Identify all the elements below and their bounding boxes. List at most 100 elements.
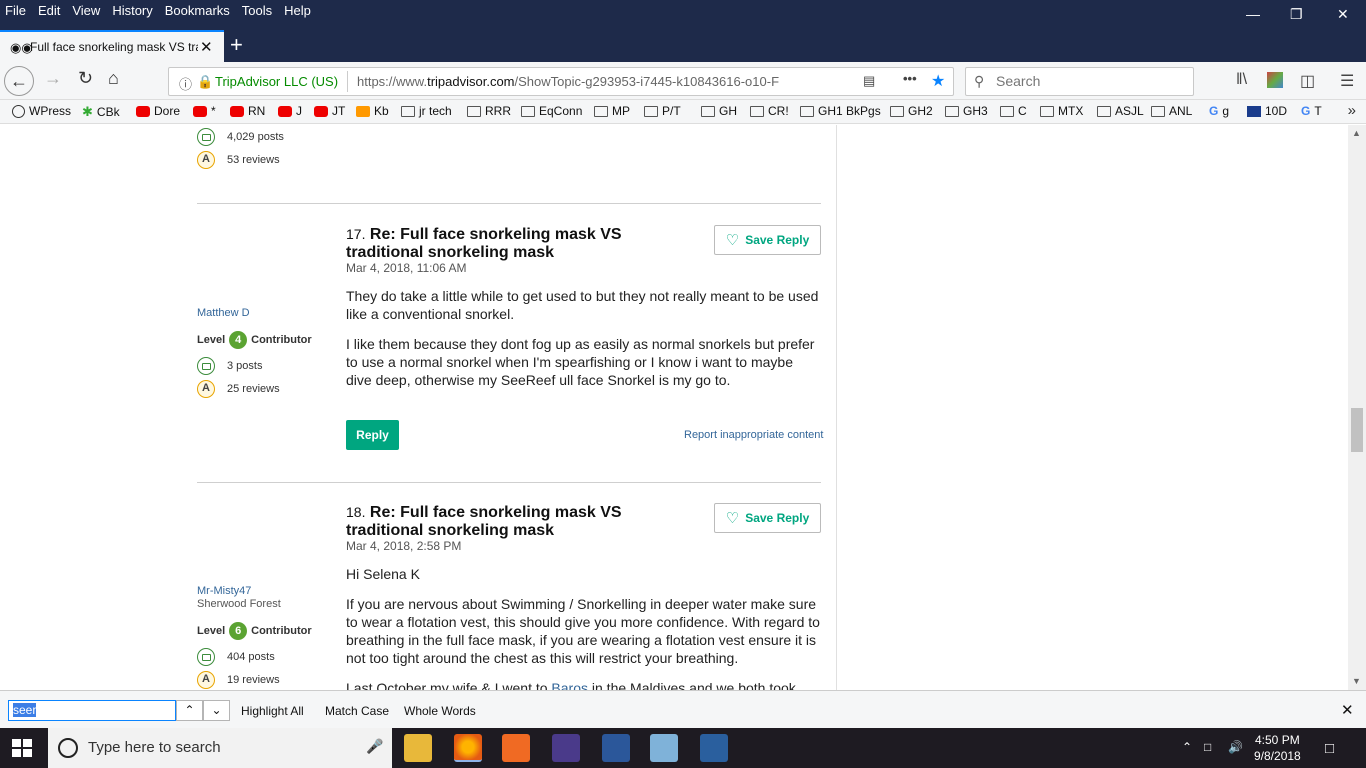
reviews-count[interactable]: 25 reviews xyxy=(227,383,280,395)
reload-icon[interactable]: ↻ xyxy=(78,68,93,89)
menu-file[interactable]: File xyxy=(4,3,27,18)
posts-count[interactable]: 404 posts xyxy=(227,651,275,663)
match-case-toggle[interactable]: Match Case xyxy=(325,704,389,718)
sidebar-icon[interactable]: ◫ xyxy=(1300,71,1315,91)
menu-edit[interactable]: Edit xyxy=(37,3,61,18)
library-icon[interactable]: ‖\ xyxy=(1236,71,1247,89)
bookmark-item[interactable]: * xyxy=(193,104,216,118)
vertical-scrollbar[interactable]: ▲ ▼ xyxy=(1348,125,1366,690)
close-window-icon[interactable]: ✕ xyxy=(1337,6,1349,23)
bookmark-folder[interactable]: GH2 xyxy=(890,104,933,118)
save-reply-button[interactable]: ♡ Save Reply xyxy=(714,225,821,255)
url-text[interactable]: https://www.tripadvisor.com/ShowTopic-g2… xyxy=(357,74,857,89)
taskbar-search[interactable]: Type here to search 🎤 xyxy=(48,728,392,768)
notes-icon[interactable] xyxy=(650,734,678,762)
bookmark-folder[interactable]: GH1 BkPgs xyxy=(800,104,881,118)
search-input[interactable] xyxy=(996,73,1176,89)
back-icon[interactable]: ← xyxy=(4,66,34,96)
post-paragraph: I like them because they dont fog up as … xyxy=(346,336,815,388)
scroll-down-icon[interactable]: ▼ xyxy=(1352,676,1361,686)
scrollbar-thumb[interactable] xyxy=(1351,408,1363,452)
bookmark-folder[interactable]: GH3 xyxy=(945,104,988,118)
page-actions-icon[interactable]: ••• xyxy=(903,71,917,86)
minimize-icon[interactable]: — xyxy=(1246,6,1260,22)
bookmark-folder[interactable]: jr tech xyxy=(401,104,452,118)
remote-app-icon[interactable] xyxy=(700,734,728,762)
reader-view-icon[interactable]: ▤ xyxy=(863,73,875,89)
bookmark-item[interactable]: GT xyxy=(1301,104,1322,118)
site-info-icon[interactable]: ⓘ xyxy=(179,74,192,93)
posts-count[interactable]: 4,029 posts xyxy=(227,131,284,143)
find-next-icon[interactable]: ⌄ xyxy=(203,700,230,721)
bookmark-item[interactable]: Gg xyxy=(1209,104,1229,118)
post-paragraph: If you are nervous about Swimming / Snor… xyxy=(346,596,820,666)
menu-bookmarks[interactable]: Bookmarks xyxy=(164,3,231,18)
bookmark-folder[interactable]: ANL xyxy=(1151,104,1192,118)
bookmark-item[interactable]: J xyxy=(278,104,302,118)
username[interactable]: Matthew D xyxy=(197,307,250,319)
chevron-more-icon[interactable]: » xyxy=(1348,102,1356,119)
highlight-all-toggle[interactable]: Highlight All xyxy=(241,704,304,718)
app-icon[interactable] xyxy=(552,734,580,762)
reviews-count[interactable]: 53 reviews xyxy=(227,154,280,166)
new-tab-icon[interactable]: + xyxy=(230,32,243,58)
windows-start-icon[interactable] xyxy=(12,739,32,757)
firefox-icon[interactable] xyxy=(454,734,482,762)
bookmark-item[interactable]: 10D xyxy=(1247,104,1287,118)
close-find-icon[interactable]: ✕ xyxy=(1341,701,1354,719)
menu-tools[interactable]: Tools xyxy=(241,3,273,18)
tray-chevron-icon[interactable]: ⌃ xyxy=(1182,740,1192,754)
home-icon[interactable]: ⌂ xyxy=(108,68,119,89)
menu-view[interactable]: View xyxy=(71,3,101,18)
bookmark-folder[interactable]: RRR xyxy=(467,104,511,118)
baros-link[interactable]: Baros xyxy=(551,680,588,690)
url-bar[interactable]: ⓘ 🔒 TripAdvisor LLC (US) https://www.tri… xyxy=(168,67,954,96)
post-title[interactable]: 17. Re: Full face snorkeling mask VS tra… xyxy=(346,225,646,262)
bookmark-item[interactable]: Dore xyxy=(136,104,180,118)
bookmark-item[interactable]: Kb xyxy=(356,104,389,118)
bookmark-folder[interactable]: ASJL xyxy=(1097,104,1144,118)
notifications-icon[interactable]: □ xyxy=(1325,740,1334,757)
menu-history[interactable]: History xyxy=(111,3,153,18)
bookmark-folder[interactable]: P/T xyxy=(644,104,681,118)
bookmark-item[interactable]: ✱ CBk xyxy=(82,104,120,120)
report-link[interactable]: Report inappropriate content xyxy=(684,429,823,441)
whole-words-toggle[interactable]: Whole Words xyxy=(404,704,476,718)
bookmark-folder[interactable]: CR! xyxy=(750,104,789,118)
reply-button[interactable]: Reply xyxy=(346,420,399,450)
find-previous-icon[interactable]: ⌃ xyxy=(176,700,203,721)
tab-active[interactable]: ◉◉ Full face snorkeling mask VS tra ✕ xyxy=(0,30,224,62)
file-explorer-icon[interactable] xyxy=(404,734,432,762)
site-identity[interactable]: TripAdvisor LLC (US) xyxy=(215,74,338,89)
extension-icon[interactable] xyxy=(1267,72,1283,88)
find-input[interactable]: seer xyxy=(8,700,176,721)
post-title[interactable]: 18. Re: Full face snorkeling mask VS tra… xyxy=(346,503,646,540)
restore-icon[interactable]: ❐ xyxy=(1290,6,1303,23)
posts-count[interactable]: 3 posts xyxy=(227,360,262,372)
bookmark-item[interactable]: JT xyxy=(314,104,345,118)
reviews-count[interactable]: 19 reviews xyxy=(227,674,280,686)
search-bar[interactable]: ⚲ xyxy=(965,67,1194,96)
bookmark-item[interactable]: RN xyxy=(230,104,265,118)
save-reply-button[interactable]: ♡ Save Reply xyxy=(714,503,821,533)
hamburger-menu-icon[interactable]: ☰ xyxy=(1340,71,1354,91)
bookmark-folder[interactable]: C xyxy=(1000,104,1027,118)
tab-close-icon[interactable]: ✕ xyxy=(200,38,213,56)
word-icon[interactable] xyxy=(602,734,630,762)
microphone-icon[interactable]: 🎤 xyxy=(366,738,383,755)
bookmark-folder[interactable]: MTX xyxy=(1040,104,1083,118)
bookmark-folder[interactable]: GH xyxy=(701,104,737,118)
bookmark-star-icon[interactable]: ★ xyxy=(931,71,945,91)
menu-help[interactable]: Help xyxy=(283,3,312,18)
volume-icon[interactable]: 🔊 xyxy=(1228,740,1243,754)
system-clock[interactable]: 4:50 PM 9/8/2018 xyxy=(1254,732,1301,764)
username[interactable]: Mr-Misty47 xyxy=(197,585,251,597)
weather-icon xyxy=(1247,105,1261,117)
bookmark-folder[interactable]: EqConn xyxy=(521,104,582,118)
bookmark-item[interactable]: WPress xyxy=(12,104,71,118)
bookmark-folder[interactable]: MP xyxy=(594,104,630,118)
media-player-icon[interactable] xyxy=(502,734,530,762)
scroll-up-icon[interactable]: ▲ xyxy=(1352,128,1361,138)
forward-icon[interactable]: → xyxy=(44,68,62,89)
network-icon[interactable]: □ xyxy=(1204,740,1211,754)
